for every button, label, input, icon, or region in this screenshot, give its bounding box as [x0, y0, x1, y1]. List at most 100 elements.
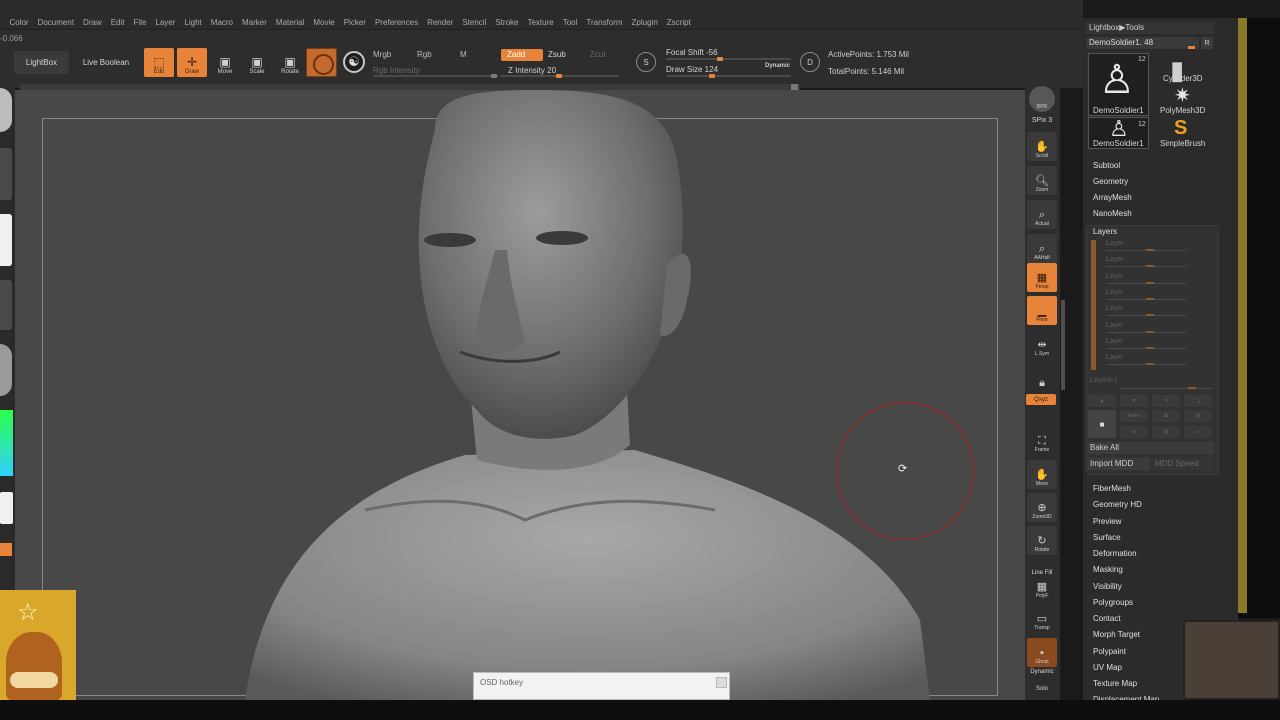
menu-item-macro[interactable]: Macro [211, 17, 233, 29]
layer-row[interactable]: Layer [1106, 289, 1124, 296]
d-brush-icon[interactable]: D [800, 52, 820, 72]
section-texture-map[interactable]: Texture Map [1093, 679, 1137, 688]
menu-item-preferences[interactable]: Preferences [375, 17, 418, 29]
menu-item-zplugin[interactable]: Zplugin [632, 17, 658, 29]
lock-button[interactable]: 🔒︎ [1027, 362, 1057, 391]
layers-title[interactable]: Layers [1093, 227, 1117, 236]
persp-button[interactable]: ▦ Persp [1027, 263, 1057, 292]
layer-knob[interactable] [1146, 265, 1154, 268]
spix-slider[interactable]: SPix 3 [1027, 117, 1057, 124]
draw-size-knob[interactable] [709, 74, 715, 78]
section-uv-map[interactable]: UV Map [1093, 663, 1122, 672]
section-subtool[interactable]: Subtool [1093, 161, 1120, 170]
scroll-button[interactable]: ✋ Scroll [1027, 132, 1057, 161]
color-picker-icon[interactable] [0, 410, 13, 476]
osd-close-button[interactable] [716, 677, 727, 688]
actual-button[interactable]: ⌕ Actual [1027, 200, 1057, 229]
texture-preview-icon[interactable] [0, 280, 12, 330]
secondary-color-swatch[interactable] [0, 543, 12, 556]
z-intensity-slider[interactable]: Z Intensity 20 [508, 66, 556, 75]
zcut-toggle[interactable]: Zcut [584, 49, 612, 61]
menu-item-picker[interactable]: Picker [344, 17, 366, 29]
layer-knob[interactable] [1146, 249, 1154, 251]
layer-copy-button[interactable]: ⧉ [1152, 410, 1180, 422]
vertical-scrollbar[interactable] [1061, 300, 1065, 390]
section-preview[interactable]: Preview [1093, 517, 1121, 526]
ghost-button[interactable]: ▪ Ghost [1027, 638, 1057, 667]
section-morph-target[interactable]: Morph Target [1093, 630, 1140, 639]
osd-hotkey-panel[interactable]: OSD hotkey [473, 672, 730, 700]
section-polygroups[interactable]: Polygroups [1093, 598, 1133, 607]
color-swap-icon[interactable]: ☯ [343, 51, 365, 73]
layer-scroll-bar[interactable] [1091, 240, 1096, 370]
rgb-toggle[interactable]: Rgb [417, 50, 432, 59]
menu-item-movie[interactable]: Movie [313, 17, 334, 29]
section-geometry[interactable]: Geometry [1093, 177, 1128, 186]
section-arraymesh[interactable]: ArrayMesh [1093, 193, 1132, 202]
layer-row[interactable]: Layer [1106, 305, 1124, 312]
layer-up-button[interactable]: ▲ [1088, 395, 1116, 407]
menu-item-layer[interactable]: Layer [155, 17, 175, 29]
move-button[interactable]: ▣ Move [210, 48, 240, 77]
layer-row[interactable]: Layer [1106, 338, 1124, 345]
menu-item-tool[interactable]: Tool [563, 17, 578, 29]
canvas-viewport[interactable]: ⟳ [15, 90, 1025, 700]
menu-item-draw[interactable]: Draw [83, 17, 102, 29]
menu-item-transform[interactable]: Transform [586, 17, 622, 29]
cylinder-icon[interactable]: ▮ [1170, 50, 1184, 90]
menu-item-marker[interactable]: Marker [242, 17, 267, 29]
section-geometry-hd[interactable]: Geometry HD [1093, 500, 1142, 509]
bpr-button[interactable]: BPR [1029, 86, 1055, 112]
floor-button[interactable]: ▁ Floor [1027, 296, 1057, 325]
layer-row[interactable]: Layer [1106, 240, 1124, 247]
lightbox-button[interactable]: LightBox [14, 51, 69, 74]
layer-redo-button[interactable]: ↷ [1152, 395, 1180, 407]
mdd-speed-slider[interactable]: MDD Speed [1153, 458, 1213, 470]
section-fibermesh[interactable]: FiberMesh [1093, 484, 1131, 493]
bake-all-button[interactable]: Bake All [1088, 442, 1214, 454]
layer-name-button[interactable]: Name [1120, 410, 1148, 422]
sculpt-model[interactable] [15, 90, 1025, 700]
new-layer-button[interactable]: ■ [1088, 410, 1116, 438]
zoom3d-button[interactable]: ⊕ Zoom3D [1027, 493, 1057, 522]
menu-item-zscript[interactable]: Zscript [667, 17, 691, 29]
menu-item-texture[interactable]: Texture [527, 17, 553, 29]
stroke-preview-icon[interactable] [0, 148, 12, 200]
r-button[interactable]: R [1201, 37, 1213, 49]
transp-button[interactable]: ▭ Transp [1027, 604, 1057, 633]
rgb-intensity-knob[interactable] [491, 74, 497, 78]
alpha-preview-icon[interactable] [0, 214, 12, 266]
focal-shift-slider[interactable]: Focal Shift -56 [666, 48, 718, 57]
main-color-swatch[interactable] [0, 492, 13, 524]
menu-item-color[interactable]: Color [9, 17, 28, 29]
layer-knob[interactable] [1146, 297, 1154, 300]
layer-zero-slider[interactable]: Layer0-1 [1090, 377, 1118, 384]
rotate-view-button[interactable]: ↻ Rotate [1027, 526, 1057, 555]
layer-knob[interactable] [1146, 314, 1154, 317]
zadd-toggle[interactable]: Zadd [501, 49, 543, 61]
xyz-symmetry-button[interactable]: Qxyz [1026, 394, 1056, 405]
solo-label[interactable]: Solo [1027, 686, 1057, 692]
layer-row[interactable]: Layer [1106, 273, 1124, 280]
aahalf-button[interactable]: ⌕ AAHalf [1027, 234, 1057, 263]
brush-preview-icon[interactable] [0, 88, 12, 132]
layer-knob[interactable] [1146, 363, 1154, 366]
section-polypaint[interactable]: Polypaint [1093, 647, 1126, 656]
layer-bake-button[interactable]: ▤ [1152, 426, 1180, 438]
layer-knob[interactable] [1146, 330, 1154, 333]
layer-knob[interactable] [1146, 346, 1154, 349]
lsym-button[interactable]: ⇹ L.Sym [1027, 330, 1057, 359]
draw-button[interactable]: ✛ Draw [177, 48, 207, 77]
polyf-button[interactable]: ▦ PolyF [1027, 572, 1057, 601]
rotate-button[interactable]: ▣ Rotate [275, 48, 305, 77]
zoom-button[interactable]: 🔍︎ Zoom [1027, 166, 1057, 195]
layer-row[interactable]: Layer [1106, 354, 1124, 361]
layer-merge-button[interactable]: ⤵ [1184, 395, 1212, 407]
z-intensity-knob[interactable] [556, 74, 562, 78]
menu-item-light[interactable]: Light [184, 17, 201, 29]
layer-row[interactable]: Layer [1106, 256, 1124, 263]
layer-split-button[interactable]: ⇲ [1120, 426, 1148, 438]
s-brush-icon[interactable]: S [636, 52, 656, 72]
import-mdd-button[interactable]: Import MDD [1088, 458, 1150, 470]
focal-shift-knob[interactable] [717, 57, 723, 61]
